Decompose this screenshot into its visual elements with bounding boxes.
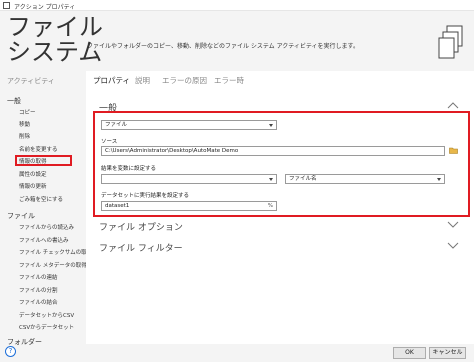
activity-sidebar: アクティビティ 一般 コピー 移動 削除 名前を変更する 情報の取得 属性の設定… xyxy=(0,71,86,362)
window-title: アクション プロパティ xyxy=(14,4,76,11)
result-variable-dropdown[interactable] xyxy=(101,174,277,184)
sidebar-item-update-info[interactable]: 情報の更新 xyxy=(19,182,47,190)
header: ファイル システム ファイルやフォルダーのコピー、移動、削除などのファイル シス… xyxy=(0,11,474,71)
files-icon xyxy=(438,25,463,59)
chevron-down-icon xyxy=(269,178,273,181)
sidebar-category-general[interactable]: 一般 xyxy=(7,96,21,106)
sidebar-item-concat-file[interactable]: ファイルの連結 xyxy=(19,273,58,281)
sidebar-item-move[interactable]: 移動 xyxy=(19,120,30,128)
tab-properties[interactable]: プロパティ xyxy=(93,75,130,86)
sidebar-item-write-file[interactable]: ファイルへの書込み xyxy=(19,236,69,244)
selected-item-highlight xyxy=(15,155,72,166)
tab-error-causes[interactable]: エラーの原因 xyxy=(162,75,207,86)
variable-percent-icon[interactable]: % xyxy=(268,202,273,210)
sidebar-item-dataset-to-csv[interactable]: データセットからCSV xyxy=(19,311,74,319)
sidebar-item-empty-trash[interactable]: ごみ箱を空にする xyxy=(19,195,63,203)
page-description: ファイルやフォルダーのコピー、移動、削除などのファイル システム アクティビティ… xyxy=(87,43,359,50)
sidebar-item-set-attributes[interactable]: 属性の設定 xyxy=(19,170,47,178)
sidebar-item-split-file[interactable]: ファイルの分割 xyxy=(19,286,58,294)
chevron-down-icon xyxy=(437,178,441,181)
sidebar-item-file-metadata[interactable]: ファイル メタデータの取得 xyxy=(19,261,86,269)
sidebar-item-read-file[interactable]: ファイルからの読込み xyxy=(19,223,74,231)
help-icon[interactable]: ? xyxy=(5,346,16,357)
dataset-input[interactable]: dataset1 % xyxy=(101,201,277,211)
sidebar-item-rename[interactable]: 名前を変更する xyxy=(19,145,58,153)
result-field-dropdown[interactable]: ファイル名 xyxy=(285,174,445,184)
result-variable-label: 結果を変数に設定する xyxy=(101,166,157,172)
tab-on-error[interactable]: エラー時 xyxy=(214,75,244,86)
sidebar-item-copy[interactable]: コピー xyxy=(19,108,36,116)
sidebar-heading: アクティビティ xyxy=(7,77,55,85)
chevron-down-icon xyxy=(269,124,273,127)
sidebar-item-csv-to-dataset[interactable]: CSVからデータセット xyxy=(19,323,74,331)
sidebar-item-delete[interactable]: 削除 xyxy=(19,132,30,140)
cancel-button[interactable]: キャンセル xyxy=(429,347,466,359)
type-dropdown[interactable]: ファイル xyxy=(101,120,277,130)
result-field-value: ファイル名 xyxy=(289,176,317,182)
page-title-line1: ファイル xyxy=(7,13,103,41)
chevron-up-icon[interactable] xyxy=(447,101,459,109)
dataset-input-value: dataset1 xyxy=(105,203,130,209)
type-dropdown-value: ファイル xyxy=(105,122,128,128)
chevron-down-icon[interactable] xyxy=(447,221,459,229)
tab-description[interactable]: 説明 xyxy=(135,75,150,86)
sidebar-item-file-checksum[interactable]: ファイル チェックサムの取得 xyxy=(19,248,86,256)
folder-icon[interactable] xyxy=(449,147,458,154)
sidebar-category-file[interactable]: ファイル xyxy=(7,211,35,221)
ok-button[interactable]: OK xyxy=(393,347,426,359)
dataset-label: データセットに実行結果を設定する xyxy=(101,193,190,199)
source-label: ソース xyxy=(101,139,118,145)
section-file-options-title[interactable]: ファイル オプション xyxy=(99,220,183,233)
app-icon xyxy=(3,2,10,9)
source-input[interactable]: C:\Users\Administrator\Desktop\AutoMate … xyxy=(101,146,445,156)
window-titlebar: アクション プロパティ xyxy=(0,0,474,11)
sidebar-item-join-file[interactable]: ファイルの結合 xyxy=(19,298,58,306)
section-file-filter-title[interactable]: ファイル フィルター xyxy=(99,241,183,254)
chevron-down-icon[interactable] xyxy=(447,242,459,250)
page-title: ファイル システム xyxy=(7,15,103,65)
